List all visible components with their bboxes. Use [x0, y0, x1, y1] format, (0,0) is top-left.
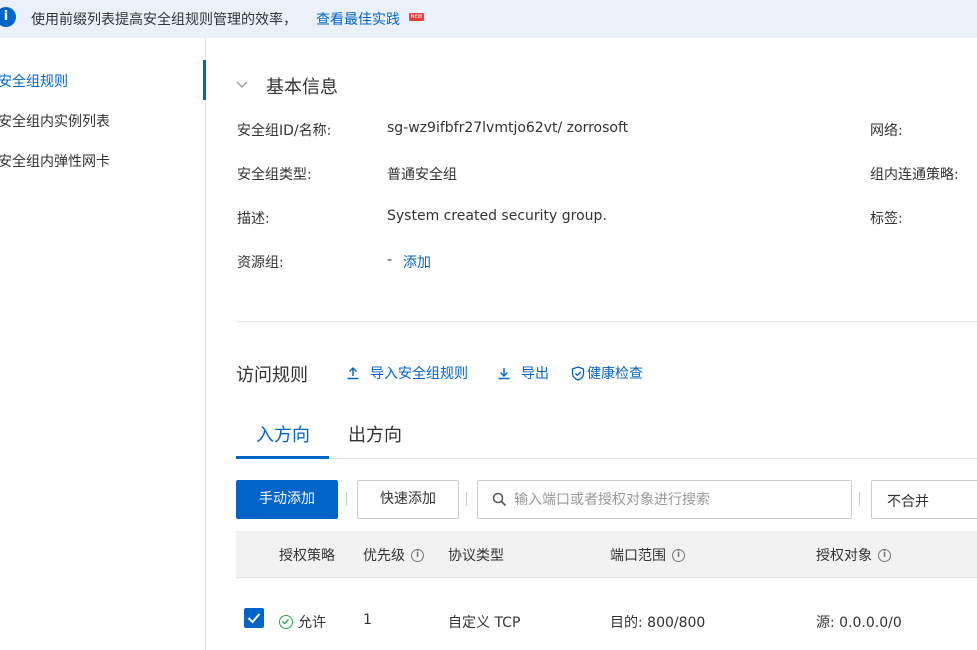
best-practice-link[interactable]: 查看最佳实践 — [316, 9, 400, 29]
field-value-type: 普通安全组 — [387, 167, 457, 183]
row-checkbox[interactable] — [244, 608, 264, 628]
import-rules-label: 导入安全组规则 — [370, 366, 468, 382]
export-button[interactable]: 导出 — [497, 363, 549, 383]
column-header-priority: 优先级 i — [363, 545, 424, 565]
new-badge: NEW — [409, 13, 424, 21]
column-header-policy: 授权策略 — [279, 548, 335, 564]
field-label-resource-group: 资源组: — [237, 255, 284, 271]
checkmark-icon — [247, 613, 261, 624]
cell-protocol: 自定义 TCP — [448, 615, 521, 631]
help-icon[interactable]: i — [878, 548, 891, 562]
upload-icon — [347, 367, 359, 380]
sidebar-item-instance-list[interactable]: 安全组内实例列表 — [0, 111, 110, 131]
tab-inbound[interactable]: 入方向 — [256, 421, 310, 447]
shield-check-icon — [571, 365, 585, 381]
table-header: 授权策略 优先级 i 协议类型 端口范围 i 授权对象 i — [236, 531, 977, 578]
quick-add-button[interactable]: 快速添加 — [357, 480, 459, 519]
sidebar-active-indicator — [203, 60, 206, 100]
allow-check-icon — [279, 615, 293, 629]
sidebar: 安全组规则 安全组内实例列表 安全组内弹性网卡 — [0, 38, 206, 650]
import-rules-button[interactable]: 导入安全组规则 — [346, 363, 468, 383]
field-label-type: 安全组类型: — [237, 167, 312, 183]
table-row: 允许 1 自定义 TCP 目的: 800/800 源: 0.0.0.0/0 — [236, 578, 977, 650]
field-label-desc: 描述: — [237, 211, 270, 227]
tab-active-indicator — [236, 456, 329, 459]
merge-select[interactable]: 不合并 — [871, 480, 977, 519]
info-banner: i 使用前缀列表提高安全组规则管理的效率， 查看最佳实践 NEW — [0, 0, 977, 38]
health-check-label: 健康检查 — [587, 366, 643, 382]
tab-baseline — [236, 458, 977, 459]
banner-text: 使用前缀列表提高安全组规则管理的效率， — [31, 12, 297, 28]
section-divider — [236, 321, 977, 322]
add-resource-group-link[interactable]: 添加 — [403, 252, 431, 272]
cell-policy: 允许 — [298, 615, 326, 631]
cell-target: 源: 0.0.0.0/0 — [816, 615, 902, 631]
health-check-button[interactable]: 健康检查 — [571, 363, 643, 383]
field-value-id: sg-wz9ifbfr27lvmtjo62vt/ zorrosoft — [387, 120, 629, 136]
manual-add-button[interactable]: 手动添加 — [236, 480, 338, 519]
search-icon — [492, 492, 507, 507]
sidebar-item-eni-list[interactable]: 安全组内弹性网卡 — [0, 151, 110, 171]
merge-select-value: 不合并 — [887, 494, 929, 510]
export-label: 导出 — [521, 366, 549, 382]
help-icon[interactable]: i — [672, 548, 685, 562]
cell-priority: 1 — [363, 612, 372, 628]
column-header-port: 端口范围 i — [610, 545, 685, 565]
download-icon — [498, 368, 510, 380]
basic-info-title: 基本信息 — [266, 77, 338, 98]
field-value-resource-group: - — [387, 252, 393, 268]
field-label-tags: 标签: — [870, 211, 903, 227]
field-label-network: 网络: — [870, 123, 903, 139]
search-input[interactable] — [514, 489, 834, 511]
column-header-protocol: 协议类型 — [448, 548, 504, 564]
field-label-intra-policy: 组内连通策略: — [870, 167, 959, 183]
cell-port: 目的: 800/800 — [610, 615, 706, 631]
column-header-target: 授权对象 i — [816, 545, 891, 565]
toolbar-separator — [859, 492, 860, 506]
sidebar-item-security-rules[interactable]: 安全组规则 — [0, 71, 68, 91]
chevron-down-icon[interactable] — [236, 78, 248, 90]
help-icon[interactable]: i — [411, 548, 424, 562]
search-box[interactable] — [477, 480, 852, 519]
field-label-id: 安全组ID/名称: — [237, 123, 332, 139]
field-value-desc: System created security group. — [387, 208, 607, 224]
access-rules-title: 访问规则 — [236, 365, 308, 386]
info-icon: i — [0, 7, 16, 27]
toolbar-separator — [346, 492, 347, 506]
toolbar-separator — [466, 492, 467, 506]
tab-outbound[interactable]: 出方向 — [348, 421, 402, 447]
